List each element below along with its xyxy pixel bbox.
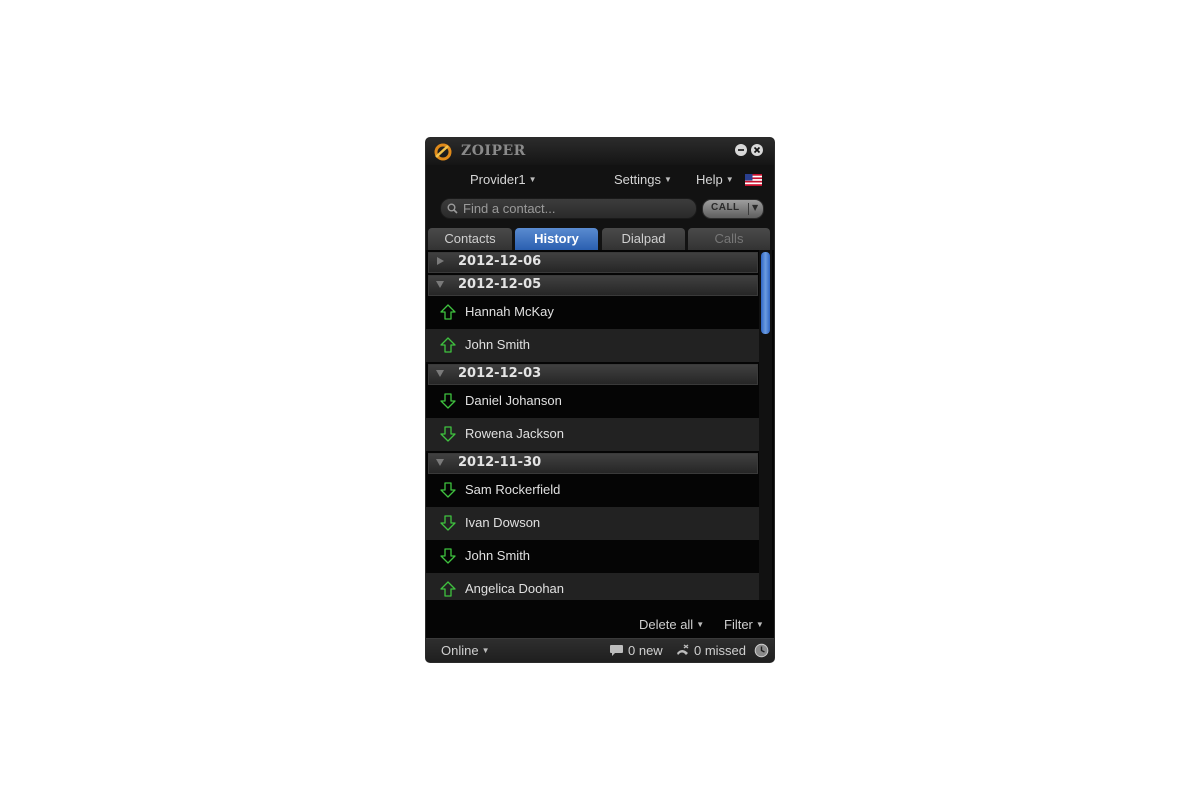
help-menu[interactable]: Help ▼	[696, 172, 734, 187]
search-input[interactable]	[463, 200, 688, 216]
history-list: 2012-12-06 2012-12-05 Hannah McKay John …	[426, 250, 760, 600]
tab-history[interactable]: History	[515, 228, 598, 250]
us-flag-icon[interactable]	[745, 174, 762, 186]
history-entry[interactable]: Ivan Dowson	[426, 507, 760, 540]
history-entry[interactable]: Sam Rockerfield	[426, 474, 760, 507]
history-footer: Delete all ▼ Filter ▼	[426, 600, 774, 638]
chevron-down-icon: ▼	[755, 620, 764, 629]
history-group-date: 2012-11-30	[458, 455, 542, 470]
expand-arrow-icon[interactable]	[435, 256, 445, 266]
close-icon	[753, 146, 761, 154]
call-button-label: CALL	[711, 202, 740, 213]
app-title: ZOIPER	[461, 143, 526, 159]
filter-label: Filter	[724, 617, 753, 632]
contact-name: Rowena Jackson	[465, 426, 564, 441]
contact-name: Daniel Johanson	[465, 393, 562, 408]
tab-contacts[interactable]: Contacts	[428, 228, 512, 250]
chevron-down-icon: ▼	[528, 175, 537, 184]
search-bar: CALL ▼	[426, 195, 774, 225]
history-group-header[interactable]: 2012-12-05	[428, 275, 758, 296]
missed-calls-count[interactable]: 0 missed	[694, 643, 746, 658]
provider-menu-label: Provider1	[470, 172, 526, 187]
clock-icon[interactable]	[754, 643, 769, 658]
history-group-header[interactable]: 2012-12-03	[428, 364, 758, 385]
history-entry[interactable]: John Smith	[426, 329, 760, 362]
tab-bar: Contacts History Dialpad Calls	[426, 225, 774, 250]
history-entry[interactable]: Daniel Johanson	[426, 385, 760, 418]
history-group-date: 2012-12-03	[458, 366, 542, 381]
history-entry[interactable]: Rowena Jackson	[426, 418, 760, 451]
contact-name: Ivan Dowson	[465, 515, 541, 530]
title-bar[interactable]: ZOIPER	[426, 138, 774, 165]
minimize-icon	[738, 149, 744, 151]
outgoing-call-icon	[440, 581, 456, 597]
history-scrollbar[interactable]	[759, 250, 772, 600]
incoming-call-icon	[440, 515, 456, 531]
history-group-date: 2012-12-06	[458, 254, 542, 269]
contact-name: John Smith	[465, 548, 531, 563]
tab-dialpad[interactable]: Dialpad	[602, 228, 685, 250]
incoming-call-icon	[440, 393, 456, 409]
search-box[interactable]	[440, 198, 697, 219]
zoiper-window: ZOIPER Provider1 ▼ Settings ▼ Help ▼ Fin…	[426, 138, 774, 662]
collapse-arrow-icon[interactable]	[435, 368, 445, 378]
history-group-header[interactable]: 2012-12-06	[428, 252, 758, 273]
settings-menu-label: Settings	[614, 172, 661, 187]
call-dropdown-icon[interactable]: ▼	[752, 203, 758, 212]
outgoing-call-icon	[440, 337, 456, 353]
chevron-down-icon: ▼	[481, 646, 490, 655]
presence-menu[interactable]: Online ▼	[441, 643, 490, 658]
outgoing-call-icon	[440, 304, 456, 320]
collapse-arrow-icon[interactable]	[435, 279, 445, 289]
filter-button[interactable]: Filter ▼	[724, 617, 764, 632]
history-entry[interactable]: Hannah McKay	[426, 296, 760, 329]
history-group-header[interactable]: 2012-11-30	[428, 453, 758, 474]
history-entry[interactable]: Angelica Doohan	[426, 573, 760, 600]
status-bar: Online ▼ 0 new 0 missed	[426, 638, 774, 662]
chevron-down-icon: ▼	[663, 175, 672, 184]
settings-menu[interactable]: Settings ▼	[614, 172, 672, 187]
history-entry[interactable]: John Smith	[426, 540, 760, 573]
delete-all-button[interactable]: Delete all ▼	[639, 617, 704, 632]
contact-name: Angelica Doohan	[465, 581, 565, 596]
help-menu-label: Help	[696, 172, 723, 187]
messages-icon	[610, 645, 623, 656]
search-icon	[447, 203, 458, 214]
close-button[interactable]	[751, 144, 763, 156]
missed-calls-icon	[677, 644, 689, 655]
delete-all-label: Delete all	[639, 617, 694, 632]
history-group-date: 2012-12-05	[458, 277, 542, 292]
chevron-down-icon: ▼	[725, 175, 734, 184]
presence-label: Online	[441, 643, 479, 658]
tab-calls[interactable]: Calls	[688, 228, 770, 250]
contact-name: Sam Rockerfield	[465, 482, 561, 497]
new-messages-count[interactable]: 0 new	[628, 643, 663, 658]
zoiper-logo-icon	[434, 143, 452, 161]
incoming-call-icon	[440, 426, 456, 442]
provider-menu[interactable]: Provider1 ▼	[470, 172, 537, 187]
incoming-call-icon	[440, 482, 456, 498]
chevron-down-icon: ▼	[696, 620, 705, 629]
call-button-divider	[748, 203, 749, 215]
scrollbar-thumb[interactable]	[761, 252, 770, 334]
incoming-call-icon	[440, 548, 456, 564]
call-button[interactable]: CALL ▼	[702, 199, 764, 219]
contact-name: John Smith	[465, 337, 531, 352]
contact-name: Hannah McKay	[465, 304, 554, 319]
collapse-arrow-icon[interactable]	[435, 457, 445, 467]
minimize-button[interactable]	[735, 144, 747, 156]
menu-bar: Provider1 ▼ Settings ▼ Help ▼	[426, 165, 774, 195]
